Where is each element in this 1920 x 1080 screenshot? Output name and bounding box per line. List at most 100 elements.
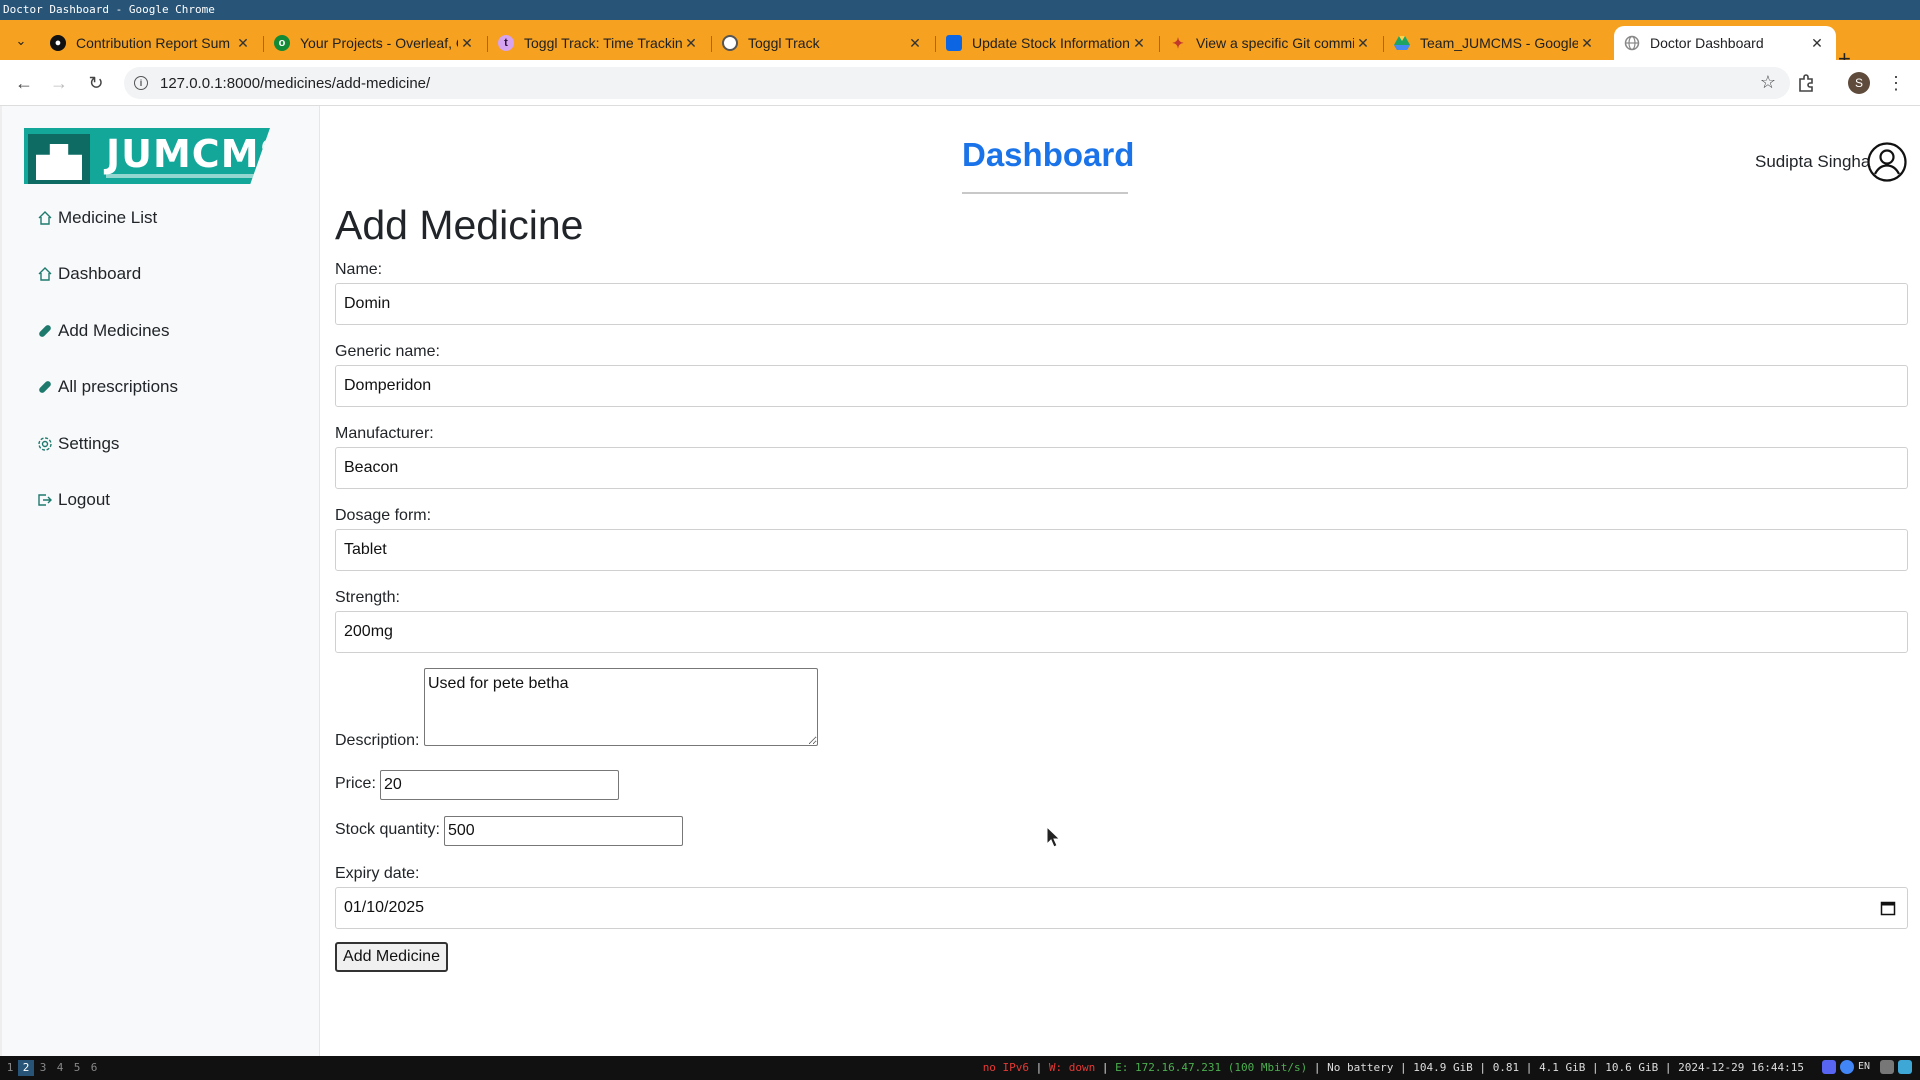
close-icon[interactable]: ✕ [458,35,476,52]
tab-title: Team_JUMCMS - Google D [1420,35,1578,51]
calendar-icon[interactable] [1880,900,1896,916]
url-text: 127.0.0.1:8000/medicines/add-medicine/ [160,74,431,92]
tab-contribution-report[interactable]: ● Contribution Report Sum ✕ [40,26,262,60]
workspace-6[interactable]: 6 [86,1060,102,1076]
description-field[interactable]: Used for pete betha [424,668,818,746]
price-field[interactable] [380,770,619,800]
tab-overleaf[interactable]: o Your Projects - Overleaf, O ✕ [264,26,486,60]
form-title: Add Medicine [335,202,584,248]
close-icon[interactable]: ✕ [682,35,700,52]
datetime-status: 2024-12-29 16:44:15 [1678,1061,1804,1074]
sidebar-item-all-prescriptions[interactable]: All prescriptions [36,377,178,397]
browser-toolbar: ← → ↻ i 127.0.0.1:8000/medicines/add-med… [0,60,1920,106]
tab-doctor-dashboard[interactable]: Doctor Dashboard ✕ [1614,26,1836,60]
name-field[interactable] [335,283,1908,325]
tab-git-commit[interactable]: ✦ View a specific Git commit ✕ [1160,26,1382,60]
tab-title: Update Stock Information [972,35,1130,51]
sidebar-item-medicine-list[interactable]: Medicine List [36,208,157,228]
name-label: Name: [335,261,383,278]
sidebar-item-label: Dashboard [58,264,142,283]
expiry-date-field[interactable] [335,887,1908,929]
tab-search-chevron-icon[interactable]: ⌄ [8,28,34,54]
stock-quantity-field[interactable] [444,816,683,846]
sidebar-item-logout[interactable]: Logout [36,490,110,510]
tab-google-drive[interactable]: Team_JUMCMS - Google D ✕ [1384,26,1606,60]
dosage-form-label: Dosage form: [335,507,432,524]
home-icon [36,265,54,283]
header-divider [962,192,1128,194]
description-label: Description: [335,732,420,749]
strength-label: Strength: [335,589,400,606]
menu-kebab-icon[interactable]: ⋮ [1884,71,1908,95]
site-info-icon[interactable]: i [134,76,148,90]
address-bar[interactable]: i 127.0.0.1:8000/medicines/add-medicine/… [124,67,1790,99]
forward-arrow-icon[interactable]: → [47,71,71,95]
back-arrow-icon[interactable]: ← [12,71,36,95]
discord-tray-icon[interactable] [1822,1060,1836,1074]
sidebar-item-settings[interactable]: Settings [36,434,119,454]
ethernet-status: E: 172.16.47.231 (100 Mbit/s) [1115,1061,1308,1074]
home-icon [36,209,54,227]
strength-field[interactable] [335,611,1908,653]
settings-tray-icon[interactable] [1898,1060,1912,1074]
overleaf-icon: o [274,35,290,51]
sidebar: JUMCMS Medicine List Dashboard Add Medic… [2,106,320,1056]
close-icon[interactable]: ✕ [1808,35,1826,52]
logo-text: JUMCMS [106,132,288,176]
tab-title: Toggl Track: Time Tracking [524,35,682,51]
manufacturer-label: Manufacturer: [335,425,434,442]
gear-icon [36,435,54,453]
page-content: JUMCMS Medicine List Dashboard Add Medic… [0,106,1920,1056]
sidebar-item-label: Add Medicines [58,321,170,340]
close-icon[interactable]: ✕ [1354,35,1372,52]
workspace-5[interactable]: 5 [69,1060,85,1076]
reload-icon[interactable]: ↻ [84,71,108,95]
tab-update-stock[interactable]: Update Stock Information ✕ [936,26,1158,60]
capsule-icon [36,322,54,340]
system-status-bar: 1 2 3 4 5 6 no IPv6 | W: down | E: 172.1… [0,1056,1920,1080]
network-tray-icon[interactable] [1880,1060,1894,1074]
expiry-date-label: Expiry date: [335,865,420,882]
git-icon: ✦ [1170,35,1186,51]
ipv6-status: no IPv6 [982,1061,1030,1074]
sidebar-item-label: Settings [58,434,120,453]
extensions-puzzle-icon[interactable] [1794,71,1818,95]
drive-icon [1394,35,1410,51]
workspace-4[interactable]: 4 [52,1060,68,1076]
logo-tagline-bar [106,174,256,178]
tab-toggl-time-tracking[interactable]: t Toggl Track: Time Tracking ✕ [488,26,710,60]
bookmark-star-icon[interactable]: ☆ [1760,72,1776,93]
tab-toggl-track[interactable]: Toggl Track ✕ [712,26,934,60]
language-indicator[interactable]: EN [1858,1061,1876,1075]
workspace-3[interactable]: 3 [35,1060,51,1076]
close-icon[interactable]: ✕ [906,35,924,52]
tab-title: View a specific Git commit [1196,35,1354,51]
workspace-2[interactable]: 2 [18,1060,34,1076]
workspace-1[interactable]: 1 [2,1060,18,1076]
chrome-tray-icon[interactable] [1840,1060,1854,1074]
tab-title: Your Projects - Overleaf, O [300,35,458,51]
tab-title: Contribution Report Sum [76,35,231,51]
window-title: Doctor Dashboard - Google Chrome [0,0,1920,20]
close-icon[interactable]: ✕ [1130,35,1148,52]
sidebar-item-add-medicines[interactable]: Add Medicines [36,321,170,341]
user-name: Sudipta Singha [1755,152,1871,171]
globe-icon [1624,35,1640,51]
sidebar-item-dashboard[interactable]: Dashboard [36,264,141,284]
manufacturer-field[interactable] [335,447,1908,489]
page-header-title[interactable]: Dashboard [962,136,1134,174]
capsule-icon [36,378,54,396]
battery-status: No battery [1327,1061,1394,1074]
trello-icon [946,35,962,51]
profile-avatar[interactable]: S [1848,72,1870,94]
wifi-status: W: down [1048,1061,1096,1074]
add-medicine-button[interactable]: Add Medicine [335,942,448,972]
jumcms-logo[interactable]: JUMCMS [24,128,270,184]
hospital-icon [28,134,90,184]
close-icon[interactable]: ✕ [1578,35,1596,52]
generic-name-field[interactable] [335,365,1908,407]
user-profile-icon[interactable] [1867,142,1907,182]
close-icon[interactable]: ✕ [234,35,252,52]
dosage-form-field[interactable] [335,529,1908,571]
price-label: Price: [335,775,376,792]
